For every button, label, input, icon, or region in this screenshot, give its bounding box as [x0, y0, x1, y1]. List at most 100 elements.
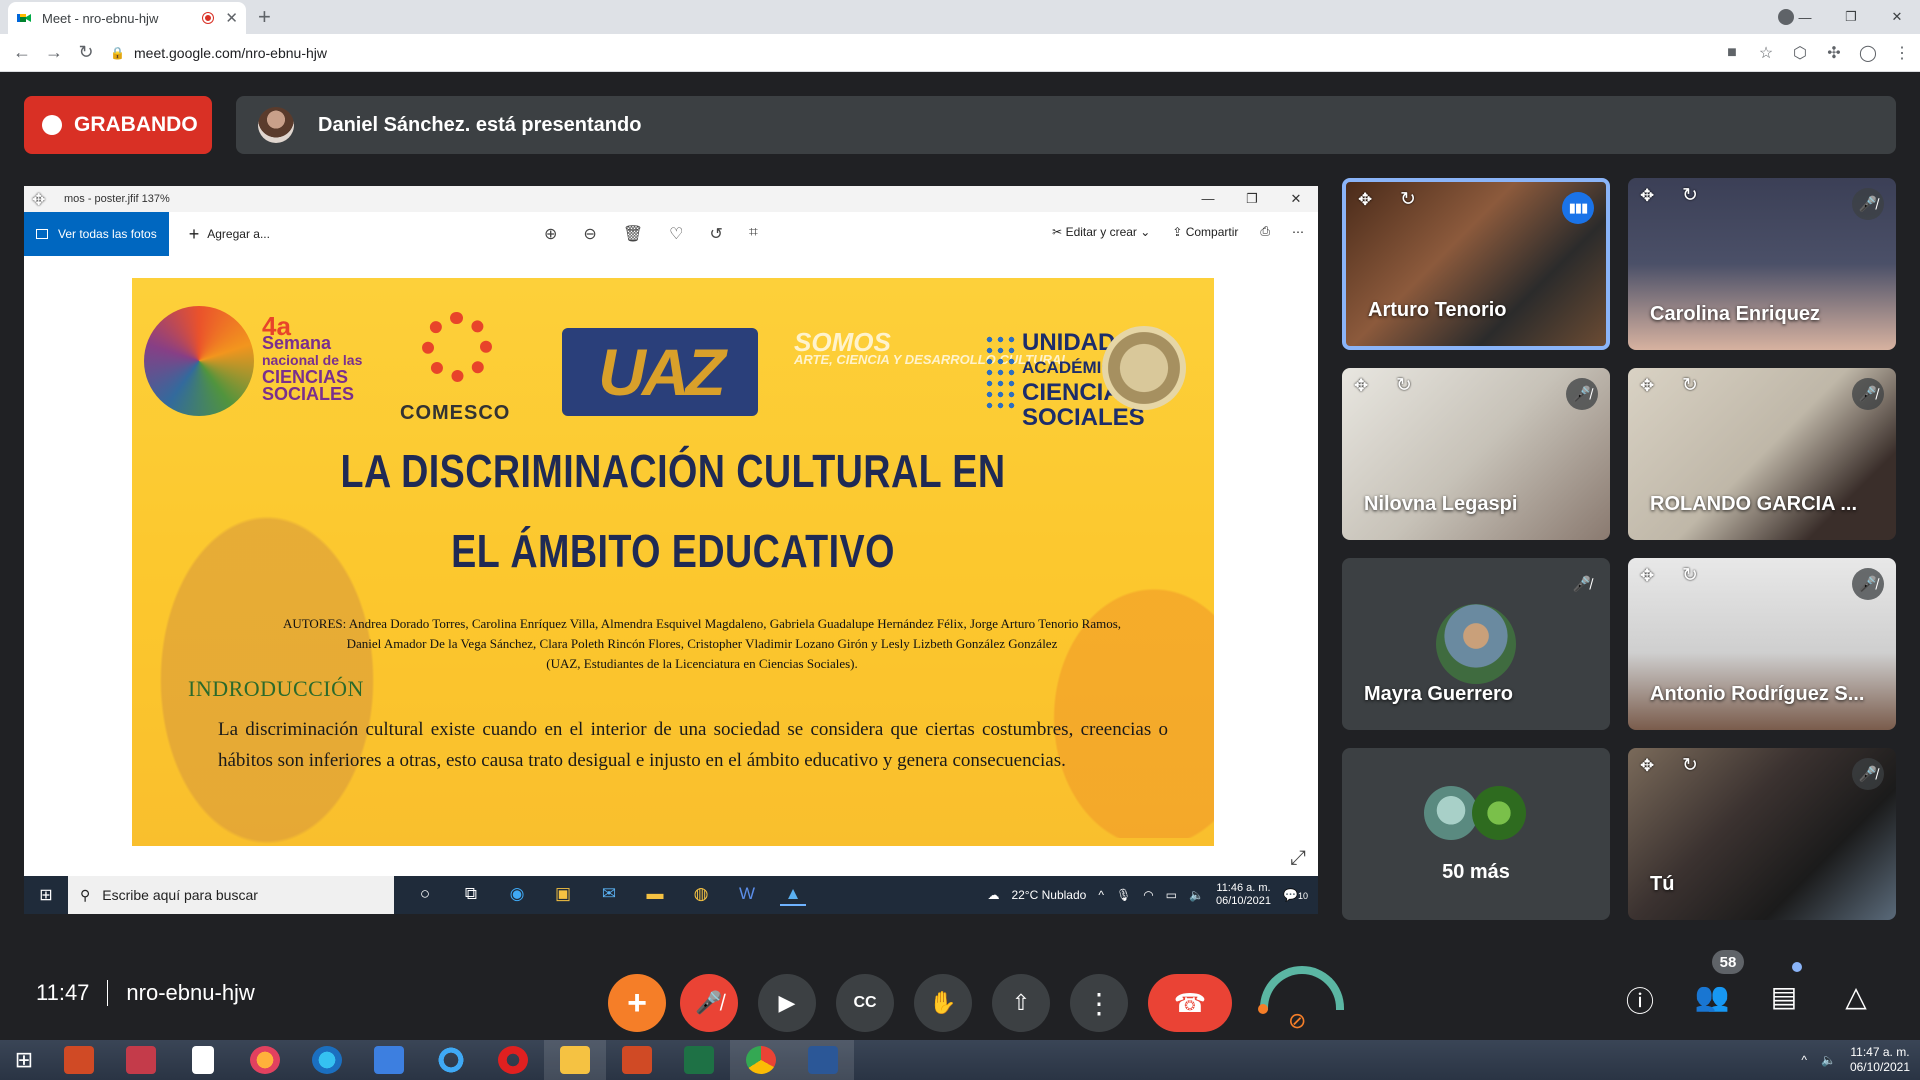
taskbar-search-input[interactable]: ⚲ Escribe aquí para buscar	[68, 876, 394, 914]
address-bar[interactable]: 🔒 meet.google.com/nro-ebnu-hjw	[110, 39, 1750, 67]
print-icon[interactable]: ⎙	[1260, 224, 1270, 239]
notifications-icon[interactable]: 💬10	[1283, 888, 1308, 902]
move-icon[interactable]: ✥	[1358, 190, 1372, 210]
edit-create-button[interactable]: ✂ Editar y crear ⌄	[1052, 225, 1150, 239]
extensions-puzzle-icon[interactable]: ✣	[1824, 43, 1844, 63]
back-icon[interactable]: ←	[6, 42, 38, 63]
taskbar-app[interactable]	[792, 1040, 854, 1080]
windows-start-icon[interactable]: ⊞	[0, 1047, 48, 1073]
word-icon[interactable]: W	[734, 884, 760, 906]
captions-button[interactable]: CC	[836, 974, 894, 1032]
fullscreen-expand-icon[interactable]: ⤢	[1290, 847, 1306, 870]
refresh-icon[interactable]: ↻	[1400, 188, 1416, 211]
hidden-eye-icon[interactable]: ⊘	[1288, 1008, 1306, 1034]
volume-icon[interactable]: 🔈	[1821, 1053, 1836, 1067]
photos-restore-button[interactable]: ❐	[1230, 186, 1274, 212]
tab-close-icon[interactable]: ✕	[225, 9, 238, 27]
add-activity-button[interactable]: +	[608, 974, 666, 1032]
file-explorer-icon[interactable]: ▬	[642, 884, 668, 906]
taskbar-app[interactable]	[482, 1040, 544, 1080]
taskbar-app[interactable]	[48, 1040, 110, 1080]
zoom-out-icon[interactable]: ⊖	[583, 224, 596, 244]
cortana-icon[interactable]: ○	[412, 884, 438, 906]
delete-icon[interactable]: 🗑	[623, 224, 643, 244]
battery-icon[interactable]: ▭	[1166, 888, 1177, 902]
more-options-button[interactable]: ⋮	[1070, 974, 1128, 1032]
reload-icon[interactable]: ↻	[70, 42, 102, 63]
close-window-button[interactable]: ✕	[1874, 9, 1920, 25]
os-clock[interactable]: 11:47 a. m. 06/10/2021	[1850, 1045, 1910, 1075]
crop-icon[interactable]: ⌗	[749, 224, 758, 244]
weather-text[interactable]: 22°C Nublado	[1011, 888, 1086, 902]
people-icon[interactable]: 👥	[1692, 980, 1732, 1013]
activities-icon[interactable]: △	[1836, 980, 1876, 1013]
refresh-icon[interactable]: ↻	[1682, 184, 1698, 207]
mic-toggle-button[interactable]: 🎤̸	[680, 974, 738, 1032]
move-icon[interactable]: ✥	[32, 190, 45, 210]
refresh-icon[interactable]: ↻	[1682, 564, 1698, 587]
refresh-icon[interactable]: ↻	[1682, 374, 1698, 397]
taskbar-app[interactable]	[296, 1040, 358, 1080]
participant-tile[interactable]: ✥ ↻ 🎤̸ Antonio Rodríguez S...	[1628, 558, 1896, 730]
participant-tile[interactable]: ✥ ↻ 🎤̸ Carolina Enriquez	[1628, 178, 1896, 350]
taskbar-app[interactable]	[172, 1040, 234, 1080]
photos-close-button[interactable]: ✕	[1274, 186, 1318, 212]
shared-clock[interactable]: 11:46 a. m. 06/10/2021	[1216, 882, 1271, 908]
taskbar-app[interactable]	[420, 1040, 482, 1080]
more-participants-tile[interactable]: 50 más	[1342, 748, 1610, 920]
photos-minimize-button[interactable]: —	[1186, 186, 1230, 212]
present-now-button[interactable]: ⇧	[992, 974, 1050, 1032]
participant-tile[interactable]: 🎤̸ Mayra Guerrero	[1342, 558, 1610, 730]
refresh-icon[interactable]: ↻	[1682, 754, 1698, 777]
taskbar-app[interactable]	[110, 1040, 172, 1080]
see-all-photos-button[interactable]: Ver todas las fotos	[24, 212, 169, 256]
participant-tile[interactable]: ✥ ↻ ▮▮▮ Arturo Tenorio	[1342, 178, 1610, 350]
camera-toggle-button[interactable]: ▶	[758, 974, 816, 1032]
tray-chevron-icon[interactable]: ^	[1098, 888, 1104, 902]
more-options-icon[interactable]: ⋯	[1292, 225, 1304, 239]
taskbar-app[interactable]	[544, 1040, 606, 1080]
meeting-info-icon[interactable]: ⓘ	[1620, 980, 1660, 1020]
refresh-icon[interactable]: ↻	[1396, 374, 1412, 397]
tray-chevron-icon[interactable]: ^	[1801, 1053, 1807, 1067]
taskbar-app[interactable]	[234, 1040, 296, 1080]
chat-icon[interactable]: ▤	[1764, 980, 1804, 1013]
edge-icon[interactable]: ◉	[504, 884, 530, 906]
browser-tab-meet[interactable]: Meet - nro-ebnu-hjw ✕	[8, 2, 246, 34]
photos-app-icon[interactable]: ▲	[780, 884, 806, 906]
taskbar-app[interactable]	[358, 1040, 420, 1080]
task-view-icon[interactable]: ⧉	[458, 884, 484, 906]
share-button[interactable]: ⇪ Compartir	[1172, 225, 1238, 239]
browser-menu-icon[interactable]: ⋮	[1892, 43, 1912, 63]
minimize-button[interactable]: —	[1782, 10, 1828, 25]
move-icon[interactable]: ✥	[1640, 186, 1654, 206]
mail-icon[interactable]: ✉	[596, 884, 622, 906]
chrome-icon[interactable]: ◍	[688, 884, 714, 906]
profile-avatar-icon[interactable]: ◯	[1858, 43, 1878, 63]
taskbar-app[interactable]	[730, 1040, 792, 1080]
move-icon[interactable]: ✥	[1354, 376, 1368, 396]
rotate-icon[interactable]: ↺	[709, 224, 722, 244]
leave-call-button[interactable]: ☎	[1148, 974, 1232, 1032]
bookmark-star-icon[interactable]: ☆	[1756, 43, 1776, 63]
restore-button[interactable]: ❐	[1828, 9, 1874, 25]
extension-box-icon[interactable]: ⬡	[1790, 43, 1810, 63]
raise-hand-button[interactable]: ✋	[914, 974, 972, 1032]
move-icon[interactable]: ✥	[1640, 756, 1654, 776]
zoom-in-icon[interactable]: ⊕	[544, 224, 557, 244]
windows-start-icon[interactable]: ⊞	[24, 885, 68, 905]
camera-in-use-icon[interactable]: ■	[1722, 44, 1742, 62]
participant-tile[interactable]: ✥ ↻ 🎤̸ ROLANDO GARCIA ...	[1628, 368, 1896, 540]
extension-gauge-icon[interactable]	[1260, 966, 1344, 1010]
wifi-icon[interactable]: ◠	[1143, 888, 1153, 902]
forward-icon[interactable]: →	[38, 42, 70, 63]
favorite-heart-icon[interactable]: ♡	[669, 224, 683, 244]
new-tab-button[interactable]: +	[258, 6, 271, 28]
participant-tile[interactable]: ✥ ↻ 🎤̸ Nilovna Legaspi	[1342, 368, 1610, 540]
taskbar-app[interactable]	[606, 1040, 668, 1080]
move-icon[interactable]: ✥	[1640, 566, 1654, 586]
volume-icon[interactable]: 🔈	[1189, 888, 1204, 902]
self-tile[interactable]: ✥ ↻ 🎤̸ Tú	[1628, 748, 1896, 920]
store-icon[interactable]: ▣	[550, 884, 576, 906]
add-to-button[interactable]: + Agregar a...	[189, 224, 270, 245]
